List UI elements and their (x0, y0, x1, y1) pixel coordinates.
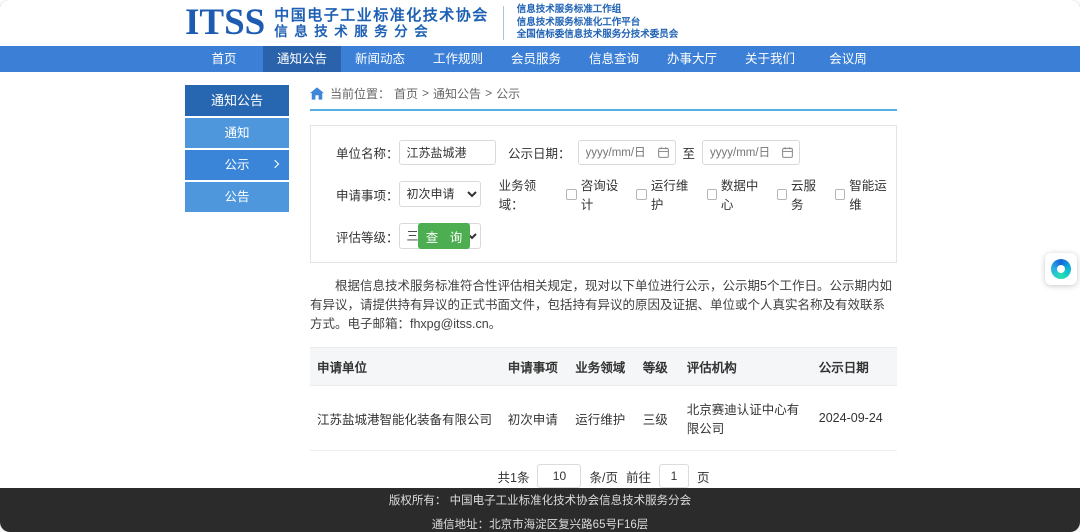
page-size-input[interactable] (537, 464, 581, 488)
col-header-applicant: 申请单位 (310, 348, 504, 386)
header-subtitles: 信息技术服务标准工作组 信息技术服务标准化工作平台 全国信标委信息技术服务分技术… (517, 4, 679, 42)
checkbox-label: 云服务 (791, 175, 826, 213)
footer-copyright: 版权所有： 中国电子工业标准化技术协会信息技术服务分会 (389, 492, 691, 508)
publicity-notice-text: 根据信息技术服务标准符合性评估相关规定，现对以下单位进行公示，公示期5个工作日。… (310, 277, 897, 334)
checkbox-label: 智能运维 (849, 175, 896, 213)
checkbox-data-center[interactable]: 数据中心 (707, 175, 768, 213)
org-title: 中国电子工业标准化技术协会 信息技术服务分会 (274, 7, 489, 40)
checkbox-operation-maintenance[interactable]: 运行维护 (636, 175, 697, 213)
header-subtitle-2: 信息技术服务标准化工作平台 (517, 17, 679, 30)
footer-address: 通信地址：北京市海淀区复兴路65号F16层 (432, 516, 649, 532)
header-subtitle-3: 全国信标委信息技术服务分技术委员会 (517, 29, 679, 42)
breadcrumb-location-label: 当前位置： (330, 85, 390, 102)
main-panel: 当前位置： 首页 > 通知公告 > 公示 单位名称： 公示日期： (310, 85, 897, 488)
org-name-line2: 信息技术服务分会 (274, 24, 489, 40)
nav-item-about-us[interactable]: 关于我们 (731, 46, 809, 72)
breadcrumb-current: 公示 (496, 85, 520, 102)
pagination: 共1条 条/页 前往 页 (310, 464, 897, 488)
sidebar-item-notifications[interactable]: 通知 (185, 118, 289, 148)
checkbox-label: 咨询设计 (581, 175, 628, 213)
date-field-end (702, 140, 800, 165)
apply-item-select[interactable]: 初次申请 (399, 181, 481, 207)
nav-item-news[interactable]: 新闻动态 (341, 46, 419, 72)
cell-level: 三级 (639, 386, 683, 451)
breadcrumb-separator: > (422, 86, 429, 100)
unit-name-input[interactable] (399, 140, 496, 165)
pagination-total: 共1条 (498, 467, 530, 486)
site-header: ITSS 中国电子工业标准化技术协会 信息技术服务分会 信息技术服务标准工作组 … (0, 0, 1080, 46)
header-subtitle-1: 信息技术服务标准工作组 (517, 4, 679, 17)
itss-logo: ITSS (185, 4, 265, 41)
checkbox-intelligent-operation[interactable]: 智能运维 (835, 175, 896, 213)
business-domain-label: 业务领域： (499, 175, 558, 213)
header-divider (503, 6, 504, 40)
sidebar-title-notices[interactable]: 通知公告 (185, 85, 289, 116)
pagination-per-page-label: 条/页 (589, 467, 617, 486)
nav-item-conference-week[interactable]: 会议周 (809, 46, 887, 72)
business-domain-group: 业务领域： 咨询设计 运行维护 数据中心 (499, 175, 896, 213)
checkbox-consulting-design[interactable]: 咨询设计 (566, 175, 627, 213)
cell-assessment-org: 北京赛迪认证中心有限公司 (683, 386, 815, 451)
org-name-line1: 中国电子工业标准化技术协会 (274, 7, 489, 24)
date-range-separator: 至 (683, 143, 696, 162)
query-button[interactable]: 查 询 (418, 223, 470, 249)
calendar-icon[interactable] (781, 146, 794, 159)
unit-name-label: 单位名称： (336, 143, 399, 162)
nav-item-info-query[interactable]: 信息查询 (575, 46, 653, 72)
chevron-right-icon (271, 160, 279, 168)
table-row: 江苏盐城港智能化装备有限公司 初次申请 运行维护 三级 北京赛迪认证中心有限公司… (310, 386, 897, 451)
checkbox-label: 运行维护 (651, 175, 698, 213)
nav-item-notices[interactable]: 通知公告 (263, 46, 341, 72)
home-icon (310, 87, 324, 100)
breadcrumb-home-link[interactable]: 首页 (394, 85, 418, 102)
browser-window: ITSS 中国电子工业标准化技术协会 信息技术服务分会 信息技术服务标准工作组 … (0, 0, 1080, 532)
pagination-goto-label: 前往 (626, 467, 651, 486)
sidebar-item-publicity[interactable]: 公示 (185, 150, 289, 180)
checkbox-label: 数据中心 (721, 175, 768, 213)
goto-page-input[interactable] (659, 464, 689, 488)
checkbox-icon (835, 189, 845, 200)
nav-item-work-rules[interactable]: 工作规则 (419, 46, 497, 72)
col-header-assessment-org: 评估机构 (683, 348, 815, 386)
col-header-business-domain: 业务领域 (571, 348, 639, 386)
col-header-publicity-date: 公示日期 (815, 348, 897, 386)
apply-item-label: 申请事项： (336, 185, 399, 204)
nav-item-home[interactable]: 首页 (185, 46, 263, 72)
assessment-level-label: 评估等级： (336, 227, 399, 246)
cell-publicity-date: 2024-09-24 (815, 386, 897, 451)
table-header-row: 申请单位 申请事项 业务领域 等级 评估机构 公示日期 (310, 348, 897, 386)
checkbox-icon (636, 189, 646, 200)
col-header-apply-item: 申请事项 (504, 348, 572, 386)
publicity-table: 申请单位 申请事项 业务领域 等级 评估机构 公示日期 江苏盐城港智能化装备有限… (310, 347, 897, 451)
breadcrumb-rule (310, 109, 897, 111)
breadcrumb-section-link[interactable]: 通知公告 (433, 85, 481, 102)
cell-applicant: 江苏盐城港智能化装备有限公司 (310, 386, 504, 451)
breadcrumb-separator: > (485, 86, 492, 100)
nav-item-member-services[interactable]: 会员服务 (497, 46, 575, 72)
checkbox-icon (707, 189, 717, 200)
nav-item-service-hall[interactable]: 办事大厅 (653, 46, 731, 72)
swirl-icon (1051, 259, 1071, 279)
sidebar-menu: 通知公告 通知 公示 公告 (185, 85, 289, 488)
checkbox-icon (777, 189, 787, 200)
checkbox-icon (566, 189, 576, 200)
date-field-start (578, 140, 676, 165)
main-navbar: 首页 通知公告 新闻动态 工作规则 会员服务 信息查询 办事大厅 关于我们 会议… (0, 46, 1080, 72)
sidebar-item-publicity-label: 公示 (224, 158, 249, 172)
cell-apply-item: 初次申请 (504, 386, 572, 451)
breadcrumb: 当前位置： 首页 > 通知公告 > 公示 (310, 85, 897, 101)
calendar-icon[interactable] (657, 146, 670, 159)
floating-share-button[interactable] (1045, 253, 1077, 285)
site-footer: 版权所有： 中国电子工业标准化技术协会信息技术服务分会 通信地址：北京市海淀区复… (0, 488, 1080, 532)
checkbox-cloud-service[interactable]: 云服务 (777, 175, 826, 213)
sidebar-item-announcements[interactable]: 公告 (185, 182, 289, 212)
cell-business-domain: 运行维护 (571, 386, 639, 451)
page-content: 通知公告 通知 公示 公告 当前位置： 首页 > 通知公告 > (0, 72, 1080, 488)
search-filter-box: 单位名称： 公示日期： (310, 125, 897, 263)
publicity-date-label: 公示日期： (508, 143, 571, 162)
col-header-level: 等级 (639, 348, 683, 386)
pagination-page-label: 页 (697, 467, 710, 486)
